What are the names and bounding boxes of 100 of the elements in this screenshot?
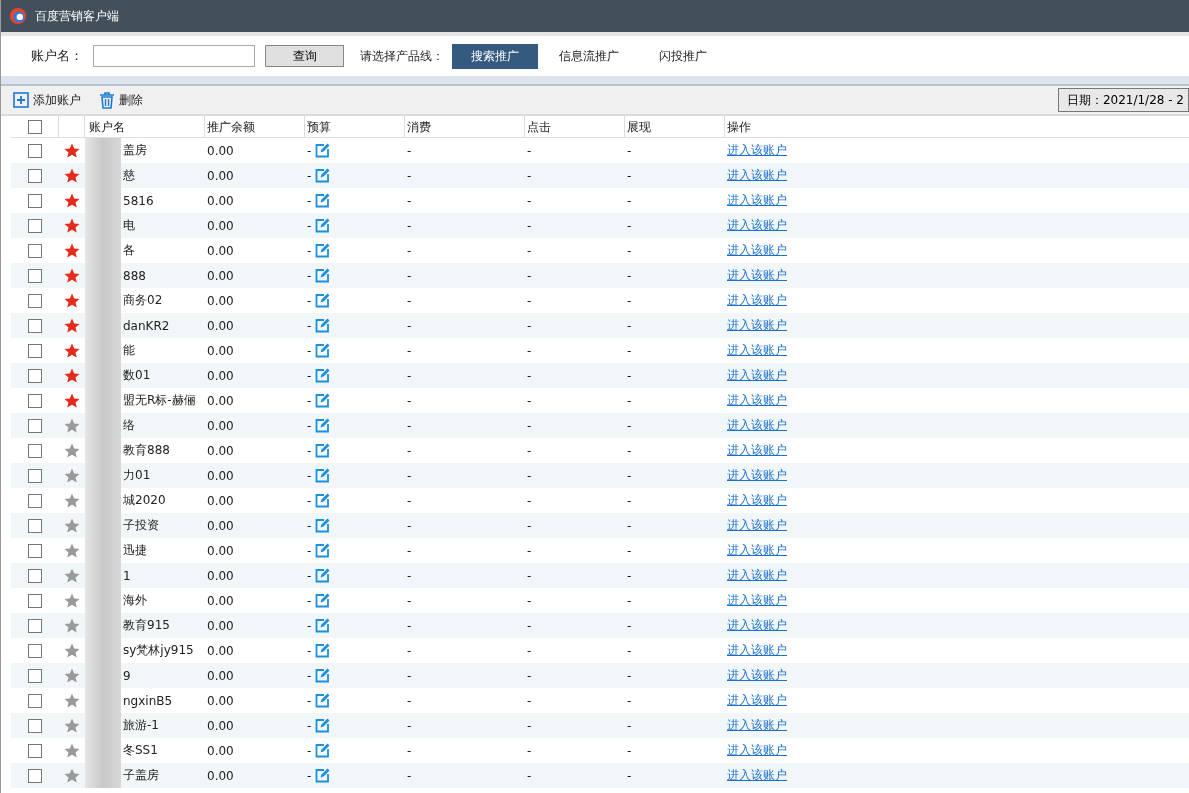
star-icon[interactable] <box>64 217 80 234</box>
row-checkbox[interactable] <box>28 218 42 233</box>
edit-icon[interactable] <box>315 718 331 733</box>
star-icon[interactable] <box>64 642 80 659</box>
edit-icon[interactable] <box>315 418 331 433</box>
star-icon[interactable] <box>64 267 80 284</box>
edit-icon[interactable] <box>315 218 331 233</box>
row-checkbox[interactable] <box>28 468 42 483</box>
star-icon[interactable] <box>64 667 80 684</box>
row-checkbox[interactable] <box>28 318 42 333</box>
row-checkbox[interactable] <box>28 293 42 308</box>
star-icon[interactable] <box>64 617 80 634</box>
row-checkbox[interactable] <box>28 543 42 558</box>
star-icon[interactable] <box>64 292 80 309</box>
enter-account-link[interactable]: 进入该账户 <box>727 417 787 434</box>
date-range-button[interactable]: 日期：2021/1/28 - 2 <box>1057 88 1189 112</box>
enter-account-link[interactable]: 进入该账户 <box>727 592 787 609</box>
edit-icon[interactable] <box>315 643 331 658</box>
star-icon[interactable] <box>64 442 80 459</box>
product-tab[interactable]: 闪投推广 <box>640 43 726 69</box>
enter-account-link[interactable]: 进入该账户 <box>727 642 787 659</box>
enter-account-link[interactable]: 进入该账户 <box>727 342 787 359</box>
star-icon[interactable] <box>64 142 80 159</box>
enter-account-link[interactable]: 进入该账户 <box>727 267 787 284</box>
enter-account-link[interactable]: 进入该账户 <box>727 217 787 234</box>
star-icon[interactable] <box>64 692 80 709</box>
enter-account-link[interactable]: 进入该账户 <box>727 567 787 584</box>
star-icon[interactable] <box>64 542 80 559</box>
edit-icon[interactable] <box>315 368 331 383</box>
row-checkbox[interactable] <box>28 568 42 583</box>
star-icon[interactable] <box>64 367 80 384</box>
edit-icon[interactable] <box>315 268 331 283</box>
edit-icon[interactable] <box>315 443 331 458</box>
star-icon[interactable] <box>64 717 80 734</box>
select-all-checkbox[interactable] <box>27 120 42 134</box>
row-checkbox[interactable] <box>28 368 42 383</box>
edit-icon[interactable] <box>315 593 331 608</box>
enter-account-link[interactable]: 进入该账户 <box>727 717 787 734</box>
delete-button[interactable]: 删除 <box>99 91 147 109</box>
enter-account-link[interactable]: 进入该账户 <box>727 317 787 334</box>
edit-icon[interactable] <box>315 668 331 683</box>
star-icon[interactable] <box>64 592 80 609</box>
row-checkbox[interactable] <box>28 443 42 458</box>
row-checkbox[interactable] <box>28 768 42 783</box>
query-button[interactable]: 查询 <box>265 45 344 67</box>
edit-icon[interactable] <box>315 343 331 358</box>
enter-account-link[interactable]: 进入该账户 <box>727 542 787 559</box>
star-icon[interactable] <box>64 167 80 184</box>
edit-icon[interactable] <box>315 293 331 308</box>
edit-icon[interactable] <box>315 693 331 708</box>
enter-account-link[interactable]: 进入该账户 <box>727 242 787 259</box>
row-checkbox[interactable] <box>28 743 42 758</box>
edit-icon[interactable] <box>315 518 331 533</box>
row-checkbox[interactable] <box>28 693 42 708</box>
enter-account-link[interactable]: 进入该账户 <box>727 492 787 509</box>
enter-account-link[interactable]: 进入该账户 <box>727 142 787 159</box>
star-icon[interactable] <box>64 417 80 434</box>
star-icon[interactable] <box>64 392 80 409</box>
account-name-field[interactable] <box>93 45 255 67</box>
star-icon[interactable] <box>64 767 80 784</box>
product-tab[interactable]: 信息流推广 <box>540 43 638 69</box>
star-icon[interactable] <box>64 242 80 259</box>
row-checkbox[interactable] <box>28 518 42 533</box>
row-checkbox[interactable] <box>28 593 42 608</box>
star-icon[interactable] <box>64 742 80 759</box>
edit-icon[interactable] <box>315 393 331 408</box>
row-checkbox[interactable] <box>28 418 42 433</box>
row-checkbox[interactable] <box>28 343 42 358</box>
edit-icon[interactable] <box>315 493 331 508</box>
edit-icon[interactable] <box>315 468 331 483</box>
enter-account-link[interactable]: 进入该账户 <box>727 292 787 309</box>
enter-account-link[interactable]: 进入该账户 <box>727 467 787 484</box>
row-checkbox[interactable] <box>28 643 42 658</box>
enter-account-link[interactable]: 进入该账户 <box>727 367 787 384</box>
star-icon[interactable] <box>64 317 80 334</box>
edit-icon[interactable] <box>315 243 331 258</box>
row-checkbox[interactable] <box>28 243 42 258</box>
enter-account-link[interactable]: 进入该账户 <box>727 617 787 634</box>
edit-icon[interactable] <box>315 618 331 633</box>
enter-account-link[interactable]: 进入该账户 <box>727 442 787 459</box>
star-icon[interactable] <box>64 342 80 359</box>
row-checkbox[interactable] <box>28 493 42 508</box>
row-checkbox[interactable] <box>28 168 42 183</box>
edit-icon[interactable] <box>315 768 331 783</box>
star-icon[interactable] <box>64 192 80 209</box>
edit-icon[interactable] <box>315 543 331 558</box>
row-checkbox[interactable] <box>28 618 42 633</box>
enter-account-link[interactable]: 进入该账户 <box>727 192 787 209</box>
star-icon[interactable] <box>64 467 80 484</box>
enter-account-link[interactable]: 进入该账户 <box>727 667 787 684</box>
edit-icon[interactable] <box>315 143 331 158</box>
enter-account-link[interactable]: 进入该账户 <box>727 742 787 759</box>
product-tab[interactable]: 搜索推广 <box>452 43 538 69</box>
row-checkbox[interactable] <box>28 718 42 733</box>
edit-icon[interactable] <box>315 568 331 583</box>
enter-account-link[interactable]: 进入该账户 <box>727 517 787 534</box>
edit-icon[interactable] <box>315 743 331 758</box>
enter-account-link[interactable]: 进入该账户 <box>727 392 787 409</box>
edit-icon[interactable] <box>315 193 331 208</box>
star-icon[interactable] <box>64 567 80 584</box>
